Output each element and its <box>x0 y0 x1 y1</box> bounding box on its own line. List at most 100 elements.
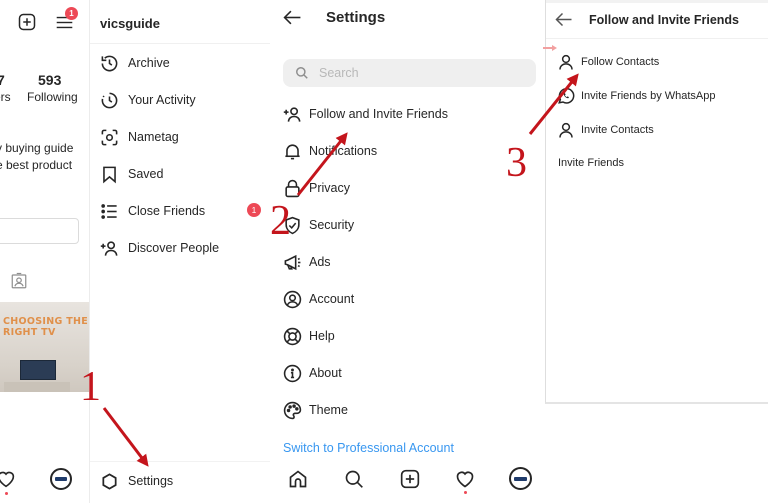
megaphone-icon <box>284 254 301 270</box>
settings-item-security[interactable]: Security <box>283 214 533 236</box>
settings-item-label: Ads <box>309 255 331 269</box>
bottom-nav-bar <box>270 462 540 496</box>
drawer-item-label: Settings <box>128 474 174 488</box>
settings-item-help[interactable]: Help <box>283 325 533 347</box>
drawer-item-label: Archive <box>128 56 170 70</box>
activity-heart-icon[interactable] <box>455 469 475 489</box>
search-icon[interactable] <box>344 469 364 489</box>
settings-item-privacy[interactable]: Privacy <box>283 177 533 199</box>
drawer-item-label: Your Activity <box>128 93 196 107</box>
archive-icon <box>101 55 118 71</box>
bell-icon <box>285 143 300 159</box>
following-count[interactable]: 593 <box>38 72 61 88</box>
followers-count[interactable]: 7 <box>0 72 5 88</box>
drawer-item-label: Nametag <box>128 130 179 144</box>
follow-contacts-item[interactable]: Follow Contacts <box>557 51 762 73</box>
bio-line: y buying guide <box>0 141 74 155</box>
settings-gear-icon <box>102 472 117 490</box>
edit-profile-button[interactable] <box>0 218 79 244</box>
step-number-3: 3 <box>506 140 527 186</box>
drawer-item-saved[interactable]: Saved <box>100 163 265 185</box>
add-person-icon <box>283 106 301 122</box>
drawer-item-your-activity[interactable]: Your Activity <box>100 89 265 111</box>
add-person-icon <box>100 240 118 256</box>
settings-item-account[interactable]: Account <box>283 288 533 310</box>
list-icon <box>101 203 117 219</box>
back-arrow-icon[interactable] <box>283 9 302 26</box>
drawer-username: vicsguide <box>100 16 160 31</box>
settings-item-about[interactable]: About <box>283 362 533 384</box>
bookmark-icon <box>103 166 116 183</box>
step-number-1: 1 <box>80 364 101 410</box>
nametag-icon <box>101 129 118 145</box>
settings-search-bar[interactable] <box>283 59 536 87</box>
activity-dot <box>5 492 8 495</box>
drawer-item-settings[interactable]: Settings <box>100 470 265 492</box>
drawer-item-label: Saved <box>128 167 164 181</box>
followers-label[interactable]: ers <box>0 90 11 104</box>
post-tv-image <box>20 360 56 380</box>
settings-item-label: Notifications <box>309 144 378 158</box>
person-icon <box>559 54 573 70</box>
palette-icon <box>283 401 302 419</box>
home-icon[interactable] <box>288 469 308 489</box>
menu-notification-badge: 1 <box>65 7 78 20</box>
post-thumbnail[interactable]: CHOOSING THE RIGHT TV <box>0 302 89 392</box>
item-label: Invite Contacts <box>581 124 654 136</box>
settings-item-notifications[interactable]: Notifications <box>283 140 533 162</box>
profile-avatar[interactable] <box>50 468 72 490</box>
activity-dot <box>464 491 467 494</box>
search-icon <box>296 67 308 79</box>
invite-whatsapp-item[interactable]: Invite Friends by WhatsApp <box>557 85 762 107</box>
drawer-item-discover-people[interactable]: Discover People <box>100 237 265 259</box>
lifebuoy-icon <box>283 327 302 345</box>
divider <box>90 43 270 44</box>
post-headline: CHOOSING THE RIGHT TV <box>3 316 89 338</box>
drawer-item-archive[interactable]: Archive <box>100 52 265 74</box>
person-icon <box>559 122 573 138</box>
settings-item-label: Security <box>309 218 355 232</box>
switch-professional-link[interactable]: Switch to Professional Account <box>283 441 454 455</box>
close-friends-badge: 1 <box>247 203 261 217</box>
back-arrow-icon[interactable] <box>555 12 573 27</box>
invite-contacts-item[interactable]: Invite Contacts <box>557 119 762 141</box>
divider <box>90 461 270 462</box>
pointer-marker-icon <box>543 45 557 51</box>
follow-invite-screen: Follow and Invite Friends Follow Contact… <box>543 0 768 404</box>
profile-avatar[interactable] <box>509 467 532 490</box>
following-label[interactable]: Following <box>27 90 78 104</box>
new-post-icon[interactable] <box>400 469 420 489</box>
settings-item-label: Account <box>309 292 355 306</box>
settings-item-label: Help <box>309 329 335 343</box>
settings-item-label: About <box>309 366 342 380</box>
step-number-2: 2 <box>270 198 291 244</box>
lock-icon <box>285 179 300 197</box>
search-input[interactable] <box>319 66 519 80</box>
drawer-item-label: Close Friends <box>128 204 206 218</box>
settings-item-label: Follow and Invite Friends <box>309 107 448 121</box>
page-title: Settings <box>326 9 386 26</box>
drawer-item-close-friends[interactable]: Close Friends <box>100 200 265 222</box>
profile-bio: y buying guide e best product <box>0 140 73 174</box>
divider <box>546 38 768 39</box>
info-icon <box>283 364 302 382</box>
drawer-item-nametag[interactable]: Nametag <box>100 126 265 148</box>
activity-icon <box>101 92 118 108</box>
settings-item-ads[interactable]: Ads <box>283 251 533 273</box>
bio-line: e best product <box>0 158 73 172</box>
activity-heart-icon[interactable] <box>0 470 16 488</box>
new-post-icon[interactable] <box>18 13 36 31</box>
item-label: Follow Contacts <box>581 56 660 68</box>
post-shelf-image <box>4 382 70 392</box>
settings-item-label: Privacy <box>309 181 350 195</box>
invite-friends-item[interactable]: Invite Friends <box>558 157 624 169</box>
drawer-item-label: Discover People <box>128 241 220 255</box>
drawer-menu: vicsguide Archive Your Activity Nametag … <box>90 0 270 503</box>
settings-item-follow-invite[interactable]: Follow and Invite Friends <box>283 103 533 125</box>
tagged-posts-icon[interactable] <box>10 272 28 290</box>
settings-item-theme[interactable]: Theme <box>283 399 533 421</box>
page-title: Follow and Invite Friends <box>589 13 740 27</box>
settings-item-label: Theme <box>309 403 348 417</box>
account-icon <box>283 290 302 308</box>
whatsapp-icon <box>558 87 575 104</box>
